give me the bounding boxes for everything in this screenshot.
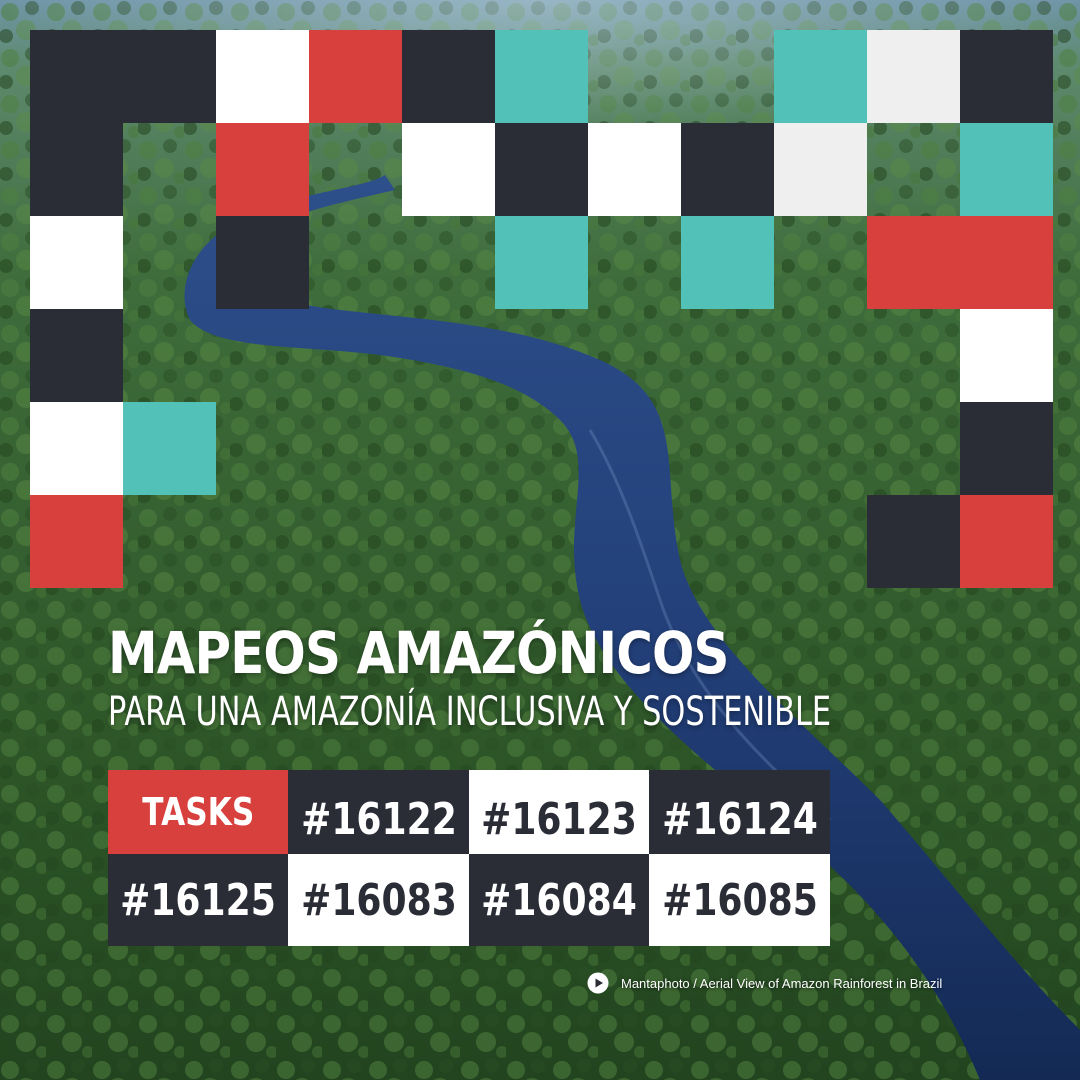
mosaic-tile (402, 30, 495, 123)
task-cell: #16083 (288, 854, 469, 946)
photo-credit-text: Mantaphoto / Aerial View of Amazon Rainf… (621, 975, 943, 991)
task-id: #16123 (481, 793, 637, 845)
title-block: MAPEOS AMAZÓNICOS PARA UNA AMAZONÍA INCL… (108, 618, 1048, 736)
task-id: #16083 (300, 874, 457, 926)
mosaic-tile (30, 495, 123, 588)
task-cell: #16123 (469, 770, 649, 854)
tasks-header: TASKS (108, 770, 288, 854)
headline: MAPEOS AMAZÓNICOS (108, 619, 729, 687)
mosaic-tile (123, 30, 216, 123)
mosaic-tile (960, 495, 1053, 588)
tasks-header-label: TASKS (142, 790, 254, 834)
mosaic-tile (30, 216, 123, 309)
mosaic-tile (774, 30, 867, 123)
mosaic-tile (867, 495, 960, 588)
task-id: #16125 (120, 874, 276, 926)
mosaic-tile (216, 123, 309, 216)
mosaic-tile (960, 123, 1053, 216)
task-cell: #16122 (288, 770, 469, 854)
task-id: #16085 (661, 874, 818, 926)
subheadline: PARA UNA AMAZONÍA INCLUSIVA Y SOSTENIBLE (108, 689, 832, 735)
tasks-grid: TASKS #16122 #16123 #16124 #16125 #16083… (108, 770, 830, 946)
mosaic-tile (30, 402, 123, 495)
mosaic-tile (30, 309, 123, 402)
task-id: #16084 (481, 874, 637, 926)
mosaic-tile (774, 123, 867, 216)
mosaic-tile (30, 30, 123, 123)
mosaic-tile (495, 30, 588, 123)
mosaic-tile (681, 216, 774, 309)
mosaic-tile (30, 123, 123, 216)
mosaic-tile (216, 30, 309, 123)
mosaic-tile (960, 216, 1053, 309)
task-cell: #16084 (469, 854, 649, 946)
mosaic-tile (309, 30, 402, 123)
mosaic-tile (216, 216, 309, 309)
mosaic-tile (867, 216, 960, 309)
mosaic-tile (681, 123, 774, 216)
task-cell: #16125 (108, 854, 288, 946)
mosaic-tile (867, 30, 960, 123)
task-id: #16124 (661, 793, 818, 845)
mosaic-tile (588, 123, 681, 216)
mosaic-tile (960, 402, 1053, 495)
play-circle-icon (587, 972, 609, 994)
task-id: #16122 (300, 793, 457, 845)
mosaic-tile (960, 309, 1053, 402)
mosaic-tile (402, 123, 495, 216)
task-cell: #16085 (649, 854, 830, 946)
mosaic-tile (123, 402, 216, 495)
photo-credit: Mantaphoto / Aerial View of Amazon Rainf… (587, 971, 942, 995)
mosaic-tile (495, 216, 588, 309)
task-cell: #16124 (649, 770, 830, 854)
mosaic-tile (495, 123, 588, 216)
mosaic-tile (960, 30, 1053, 123)
